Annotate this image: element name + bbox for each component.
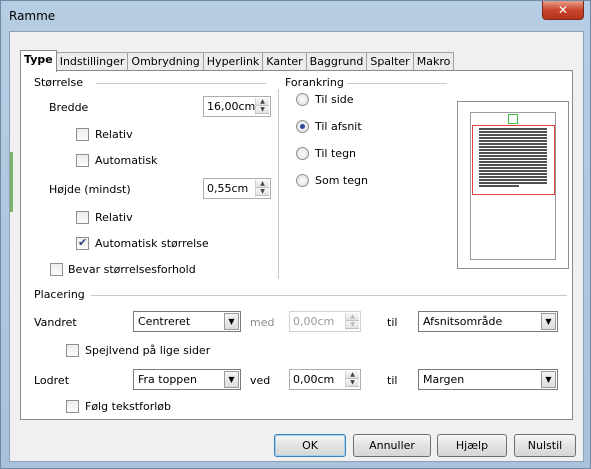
mirror-checkbox[interactable] — [66, 344, 79, 357]
tab-panel-type: Størrelse Bredde 16,00cm ▲ ▼ Relativ Auto… — [20, 70, 573, 420]
vertical-by-value: 0,00cm — [293, 373, 335, 386]
horizontal-value: Centreret — [138, 315, 191, 328]
tab-type[interactable]: Type — [20, 50, 57, 72]
follow-text-label: Følg tekstforløb — [85, 400, 171, 413]
vertical-select[interactable]: Fra toppen ▼ — [133, 369, 241, 390]
size-group-label: Størrelse — [34, 76, 83, 89]
anchor-as-char-radio[interactable] — [296, 174, 309, 187]
reset-button[interactable]: Nulstil — [514, 434, 576, 457]
relative-height-checkbox[interactable] — [76, 211, 89, 224]
chevron-down-icon[interactable]: ▼ — [224, 371, 239, 388]
relative-height-label: Relativ — [95, 211, 133, 224]
spin-down-icon[interactable]: ▼ — [256, 188, 269, 196]
title-bar[interactable]: Ramme ✕ — [1, 1, 590, 31]
anchor-to-paragraph-label: Til afsnit — [315, 120, 362, 133]
anchor-to-page-radio[interactable] — [296, 93, 309, 106]
relative-width-checkbox[interactable] — [76, 128, 89, 141]
vertical-label: Lodret — [34, 374, 70, 387]
width-label: Bredde — [49, 101, 89, 114]
position-group-label: Placering — [34, 288, 85, 301]
frame-preview — [457, 101, 569, 269]
horizontal-by-spin-arrows[interactable]: ▲ ▼ — [345, 313, 359, 330]
close-button[interactable]: ✕ — [542, 1, 584, 20]
tab-ombrydning[interactable]: Ombrydning — [127, 52, 204, 71]
vertical-to-select[interactable]: Margen ▼ — [418, 369, 558, 390]
cancel-button[interactable]: Annuller — [353, 434, 431, 457]
preview-page — [470, 112, 556, 260]
ok-button[interactable]: OK — [274, 434, 346, 457]
spin-up-icon[interactable]: ▲ — [256, 98, 269, 106]
follow-text-checkbox[interactable] — [66, 400, 79, 413]
tab-kanter[interactable]: Kanter — [262, 52, 307, 71]
preview-text-lines — [479, 128, 547, 188]
keep-ratio-label: Bevar størrelsesforhold — [68, 263, 196, 276]
automatic-width-checkbox[interactable] — [76, 154, 89, 167]
anchor-as-char-label: Som tegn — [315, 174, 368, 187]
mirror-label: Spejlvend på lige sider — [85, 344, 211, 357]
separator-vertical — [278, 89, 279, 279]
height-spinner[interactable]: 0,55cm ▲ ▼ — [203, 178, 271, 199]
horizontal-by-spinner[interactable]: 0,00cm ▲ ▼ — [289, 311, 361, 332]
tab-spalter[interactable]: Spalter — [366, 52, 414, 71]
anchor-to-char-label: Til tegn — [315, 147, 357, 160]
anchor-to-paragraph-radio[interactable] — [296, 120, 309, 133]
relative-width-label: Relativ — [95, 128, 133, 141]
tab-makro[interactable]: Makro — [412, 52, 455, 71]
chevron-down-icon[interactable]: ▼ — [224, 313, 239, 330]
horizontal-by-label: med — [250, 316, 275, 329]
auto-size-checkbox[interactable] — [76, 236, 89, 250]
dialog-client: Type Indstillinger Ombrydning Hyperlink … — [9, 31, 584, 462]
tab-baggrund[interactable]: Baggrund — [305, 52, 368, 71]
anchor-group-label: Forankring — [285, 76, 344, 89]
vertical-to-label: til — [387, 374, 398, 387]
vertical-by-spinner[interactable]: 0,00cm ▲ ▼ — [289, 369, 361, 390]
dialog-window: Ramme ✕ Type Indstillinger Ombrydning Hy… — [0, 0, 591, 469]
width-value: 16,00cm — [207, 100, 256, 113]
horizontal-by-value: 0,00cm — [293, 315, 335, 328]
spin-down-icon[interactable]: ▼ — [346, 379, 359, 387]
spin-down-icon[interactable]: ▼ — [346, 321, 359, 329]
horizontal-select[interactable]: Centreret ▼ — [133, 311, 241, 332]
spin-up-icon[interactable]: ▲ — [346, 313, 359, 321]
vertical-by-spin-arrows[interactable]: ▲ ▼ — [345, 371, 359, 388]
size-group-line — [96, 83, 266, 84]
horizontal-to-label: til — [387, 316, 398, 329]
spin-down-icon[interactable]: ▼ — [256, 106, 269, 114]
anchor-group-line — [347, 83, 447, 84]
close-icon: ✕ — [557, 3, 569, 17]
left-accent — [10, 152, 13, 212]
vertical-value: Fra toppen — [138, 373, 198, 386]
width-spin-arrows[interactable]: ▲ ▼ — [255, 98, 269, 115]
position-group-line — [91, 295, 567, 296]
tab-hyperlink[interactable]: Hyperlink — [202, 52, 264, 71]
width-spinner[interactable]: 16,00cm ▲ ▼ — [203, 96, 271, 117]
preview-anchor-marker — [508, 114, 518, 124]
keep-ratio-checkbox[interactable] — [50, 263, 63, 276]
anchor-to-page-label: Til side — [315, 93, 354, 106]
vertical-by-label: ved — [250, 374, 271, 387]
automatic-width-label: Automatisk — [95, 154, 158, 167]
spin-up-icon[interactable]: ▲ — [256, 180, 269, 188]
horizontal-label: Vandret — [34, 316, 77, 329]
horizontal-to-value: Afsnitsområde — [423, 315, 503, 328]
anchor-to-char-radio[interactable] — [296, 147, 309, 160]
horizontal-to-select[interactable]: Afsnitsområde ▼ — [418, 311, 558, 332]
tab-indstillinger[interactable]: Indstillinger — [55, 52, 129, 71]
height-label: Højde (mindst) — [49, 183, 131, 196]
vertical-to-value: Margen — [423, 373, 465, 386]
tab-bar: Type Indstillinger Ombrydning Hyperlink … — [20, 50, 455, 72]
chevron-down-icon[interactable]: ▼ — [541, 371, 556, 388]
height-value: 0,55cm — [207, 182, 249, 195]
chevron-down-icon[interactable]: ▼ — [541, 313, 556, 330]
help-button[interactable]: Hjælp — [437, 434, 507, 457]
height-spin-arrows[interactable]: ▲ ▼ — [255, 180, 269, 197]
window-title: Ramme — [9, 9, 56, 23]
auto-size-label: Automatisk størrelse — [95, 237, 209, 250]
spin-up-icon[interactable]: ▲ — [346, 371, 359, 379]
